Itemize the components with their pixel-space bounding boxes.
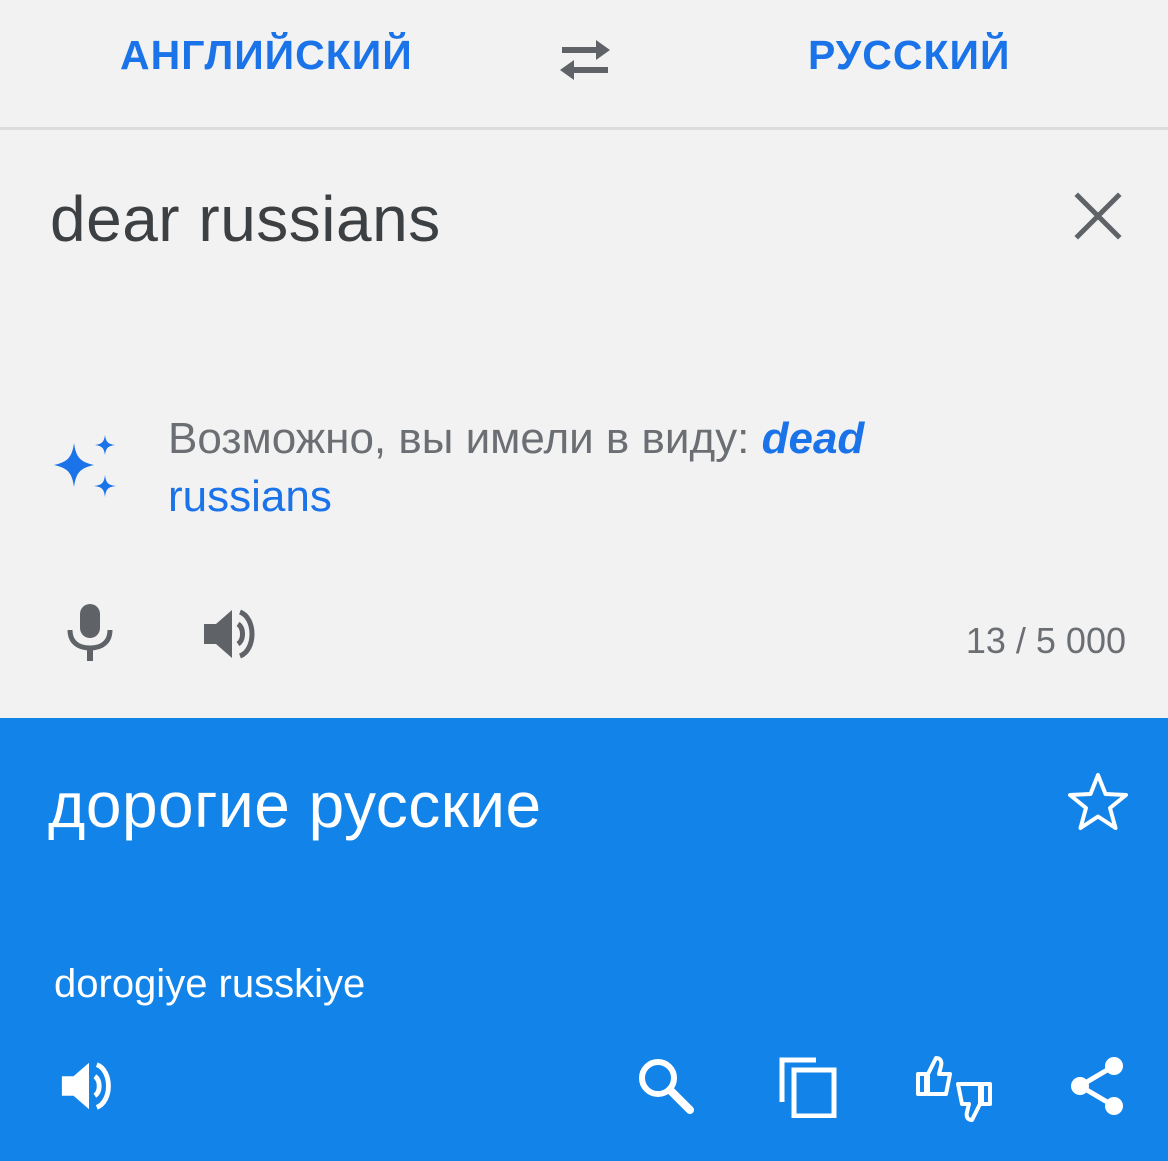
- swap-languages-button[interactable]: [556, 34, 614, 84]
- translation-panel: дорогие русские dorogiye russkiye: [0, 718, 1168, 1161]
- listen-source-button[interactable]: [200, 604, 266, 664]
- language-bar: АНГЛИЙСКИЙ РУССКИЙ: [0, 0, 1168, 130]
- suggestion-emphasized-word: dead: [761, 414, 865, 463]
- translation-text: дорогие русские: [48, 769, 542, 841]
- character-counter: 13 / 5 000: [965, 620, 1126, 661]
- suggestion-rest: russians: [168, 472, 332, 521]
- did-you-mean-suggestion: Возможно, вы имели в виду: dead russians: [168, 410, 998, 526]
- microphone-button[interactable]: [62, 602, 118, 664]
- listen-translation-button[interactable]: [58, 1054, 122, 1118]
- copy-button[interactable]: [776, 1054, 840, 1118]
- speaker-icon: [61, 1062, 111, 1110]
- close-icon: [1074, 192, 1122, 240]
- share-icon: [1071, 1057, 1123, 1115]
- translate-app: АНГЛИЙСКИЙ РУССКИЙ dear russians Возможн…: [0, 0, 1168, 1161]
- copy-icon: [779, 1057, 837, 1118]
- microphone-icon: [67, 604, 113, 661]
- transliteration-text: dorogiye russkiye: [54, 962, 366, 1006]
- thumbs-up-down-icon: [916, 1056, 992, 1122]
- swap-arrows-icon: [560, 40, 610, 80]
- speaker-icon: [204, 609, 255, 659]
- target-language-button[interactable]: РУССКИЙ: [808, 32, 1011, 79]
- share-button[interactable]: [1066, 1054, 1130, 1118]
- source-language-button[interactable]: АНГЛИЙСКИЙ: [120, 32, 413, 79]
- source-input[interactable]: dear russians: [50, 182, 441, 256]
- source-panel: dear russians Возможно, вы имели в виду:…: [0, 130, 1168, 718]
- clear-button[interactable]: [1070, 188, 1126, 244]
- sparkle-icon: [54, 435, 116, 497]
- search-translation-button[interactable]: [634, 1054, 698, 1118]
- search-icon: [639, 1059, 694, 1114]
- star-icon: [1068, 773, 1128, 830]
- suggestion-prefix: Возможно, вы имели в виду:: [168, 414, 762, 463]
- rate-translation-button[interactable]: [914, 1054, 992, 1122]
- save-translation-button[interactable]: [1066, 770, 1130, 834]
